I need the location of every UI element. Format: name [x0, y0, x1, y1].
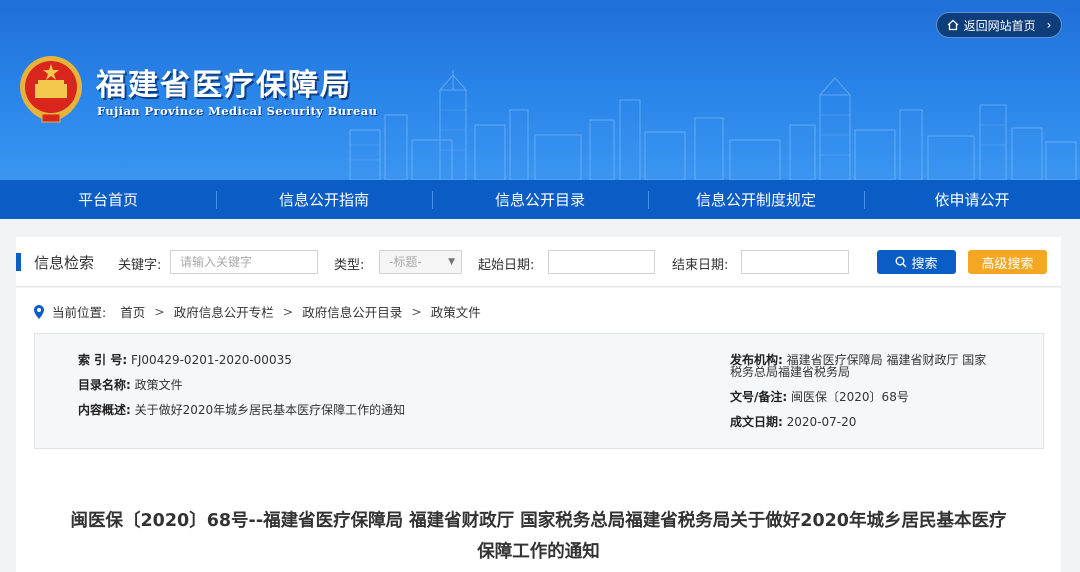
keyword-input[interactable]: 请输入关键字	[170, 250, 318, 274]
chevron-right-icon: ›	[1046, 18, 1052, 32]
return-home-label: 返回网站首页	[963, 18, 1036, 33]
catalog-name-row: 目录名称: 政策文件	[78, 379, 183, 392]
advanced-search-button[interactable]: 高级搜索	[968, 250, 1047, 274]
breadcrumb-policy-documents[interactable]: 政策文件	[431, 302, 481, 321]
catalog-name-label: 目录名称:	[78, 378, 131, 392]
document-metadata-box: 索 引 号: FJ00429-0201-2020-00035 目录名称: 政策文…	[34, 333, 1044, 449]
breadcrumb-gov-disclosure-column[interactable]: 政府信息公开专栏	[174, 302, 274, 321]
start-date-input[interactable]	[548, 250, 655, 274]
type-label: 类型:	[334, 258, 365, 273]
keyword-label: 关键字:	[118, 258, 162, 273]
search-title: 信息检索	[34, 254, 95, 272]
search-button-label: 搜索	[911, 256, 938, 272]
document-title: 闽医保〔2020〕68号--福建省医疗保障局 福建省财政厅 国家税务总局福建省税…	[16, 506, 1061, 568]
end-date-input[interactable]	[741, 250, 849, 274]
written-date-label: 成文日期:	[730, 415, 783, 429]
breadcrumb-separator: >	[411, 304, 422, 319]
document-title-line-2: 保障工作的通知	[477, 542, 600, 562]
nav-item-disclosure-guide[interactable]: 信息公开指南	[216, 189, 432, 210]
nav-item-platform-home[interactable]: 平台首页	[0, 189, 216, 210]
catalog-name-value: 政策文件	[134, 378, 183, 392]
document-number-value: 闽医保〔2020〕68号	[791, 390, 909, 404]
site-banner: 福建省医疗保障局 Fujian Province Medical Securit…	[0, 0, 1080, 180]
index-number-label: 索 引 号:	[78, 353, 128, 367]
city-skyline-illustration	[349, 70, 1077, 180]
summary-value: 关于做好2020年城乡居民基本医疗保障工作的通知	[134, 403, 406, 417]
site-subtitle: Fujian Province Medical Security Bureau	[97, 104, 378, 118]
document-number-row: 文号/备注: 闽医保〔2020〕68号	[730, 391, 909, 404]
index-number-row: 索 引 号: FJ00429-0201-2020-00035	[78, 354, 292, 367]
national-emblem-icon	[20, 56, 82, 123]
publisher-row-continued: 税务总局福建省税务局	[730, 366, 850, 379]
end-date-label: 结束日期:	[672, 258, 729, 273]
section-accent-bar	[16, 253, 21, 271]
document-title-line-1: 闽医保〔2020〕68号--福建省医疗保障局 福建省财政厅 国家税务总局福建省税…	[70, 511, 1007, 531]
document-number-label: 文号/备注:	[730, 390, 788, 404]
search-button[interactable]: 搜索	[877, 250, 956, 274]
info-search-panel: 信息检索 关键字: 请输入关键字 类型: -标题- ▼ 起始日期: 结束日期: …	[16, 237, 1061, 287]
type-select[interactable]: -标题- ▼	[379, 250, 462, 274]
nav-item-disclosure-catalog[interactable]: 信息公开目录	[432, 189, 648, 210]
search-icon	[895, 256, 907, 268]
breadcrumb: 当前位置: 首页 > 政府信息公开专栏 > 政府信息公开目录 > 政策文件	[34, 302, 481, 321]
location-pin-icon	[34, 304, 44, 319]
nav-item-apply-disclosure[interactable]: 依申请公开	[864, 189, 1080, 210]
caret-down-icon: ▼	[448, 257, 455, 267]
breadcrumb-prefix: 当前位置:	[52, 305, 107, 320]
written-date-row: 成文日期: 2020-07-20	[730, 416, 856, 429]
written-date-value: 2020-07-20	[786, 415, 857, 429]
breadcrumb-separator: >	[154, 304, 165, 319]
start-date-label: 起始日期:	[478, 258, 535, 273]
index-number-value: FJ00429-0201-2020-00035	[130, 353, 292, 367]
publisher-value-continued: 税务总局福建省税务局	[730, 365, 851, 379]
summary-row: 内容概述: 关于做好2020年城乡居民基本医疗保障工作的通知	[78, 404, 405, 417]
content-panel: 当前位置: 首页 > 政府信息公开专栏 > 政府信息公开目录 > 政策文件 索 …	[16, 288, 1061, 572]
breadcrumb-gov-disclosure-catalog[interactable]: 政府信息公开目录	[302, 302, 402, 321]
home-icon	[947, 19, 959, 31]
site-title: 福建省医疗保障局	[96, 68, 352, 103]
nav-item-disclosure-rules[interactable]: 信息公开制度规定	[648, 189, 864, 210]
type-select-value: -标题-	[389, 255, 422, 269]
main-nav: 平台首页 信息公开指南 信息公开目录 信息公开制度规定 依申请公开	[0, 180, 1080, 219]
return-home-button[interactable]: 返回网站首页 ›	[936, 12, 1062, 38]
summary-label: 内容概述:	[78, 403, 131, 417]
breadcrumb-home[interactable]: 首页	[120, 302, 145, 321]
breadcrumb-separator: >	[282, 304, 294, 319]
